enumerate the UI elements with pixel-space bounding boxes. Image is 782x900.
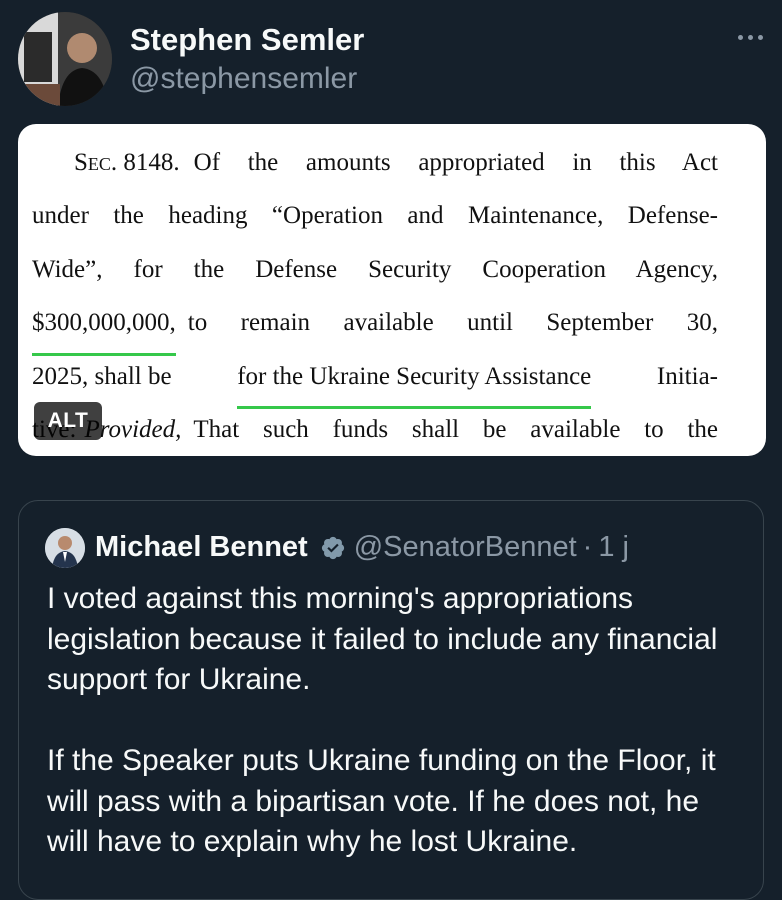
- author-name[interactable]: Stephen Semler: [130, 22, 364, 58]
- highlighted-initiative: for the Ukraine Security Assistance: [237, 356, 592, 409]
- quoted-tweet-text: I voted against this morning's appropria…: [47, 579, 747, 863]
- attached-image[interactable]: Sec. 8148. Of the amounts appropriated i…: [18, 124, 766, 456]
- quoted-author-name[interactable]: Michael Bennet: [95, 531, 308, 564]
- quoted-paragraph: If the Speaker puts Ukraine funding on t…: [47, 744, 716, 858]
- document-line: Wide”, for the Defense Security Cooperat…: [32, 249, 718, 302]
- author-handle[interactable]: @stephensemler: [130, 62, 357, 96]
- author-avatar[interactable]: [18, 12, 112, 106]
- quoted-author-avatar[interactable]: [45, 528, 85, 568]
- highlighted-amount: $300,000,000,: [32, 302, 176, 356]
- document-line: under the heading “Operation and Mainten…: [32, 195, 718, 248]
- document-text: 2025, shall be: [32, 362, 172, 390]
- document-text: Wide”, for the Defense Security Cooperat…: [32, 255, 718, 283]
- document-text: under the heading “Operation and Mainten…: [32, 202, 718, 230]
- document-line: 2025, shall be for the Ukraine Security …: [32, 356, 718, 409]
- document-excerpt: Sec. 8148. Of the amounts appropriated i…: [32, 142, 718, 456]
- section-number: Sec. 8148.: [74, 149, 180, 176]
- quoted-timestamp[interactable]: 1 j: [598, 531, 629, 564]
- verified-badge-icon: [321, 536, 344, 559]
- alt-text-badge[interactable]: ALT: [34, 402, 102, 440]
- quoted-paragraph: I voted against this morning's appropria…: [47, 582, 718, 696]
- document-line: Sec. 8148. Of the amounts appropriated i…: [32, 142, 718, 195]
- more-icon[interactable]: [732, 22, 768, 52]
- document-line: $300,000,000, to remain available until …: [32, 302, 718, 356]
- document-line: tive: Provided, That such funds shall be…: [32, 409, 718, 456]
- quoted-header: Michael Bennet @SenatorBennet · 1 j: [95, 531, 629, 564]
- document-text: Initia-: [656, 362, 718, 390]
- document-text: Of the amounts appropriated in this Act: [193, 149, 718, 176]
- quoted-tweet[interactable]: Michael Bennet @SenatorBennet · 1 j I vo…: [18, 500, 764, 900]
- document-text: That such funds shall be available to th…: [193, 415, 718, 443]
- separator-dot: ·: [582, 531, 593, 563]
- document-text: to remain available until September 30,: [187, 309, 718, 337]
- quoted-author-handle[interactable]: @SenatorBennet: [354, 531, 577, 564]
